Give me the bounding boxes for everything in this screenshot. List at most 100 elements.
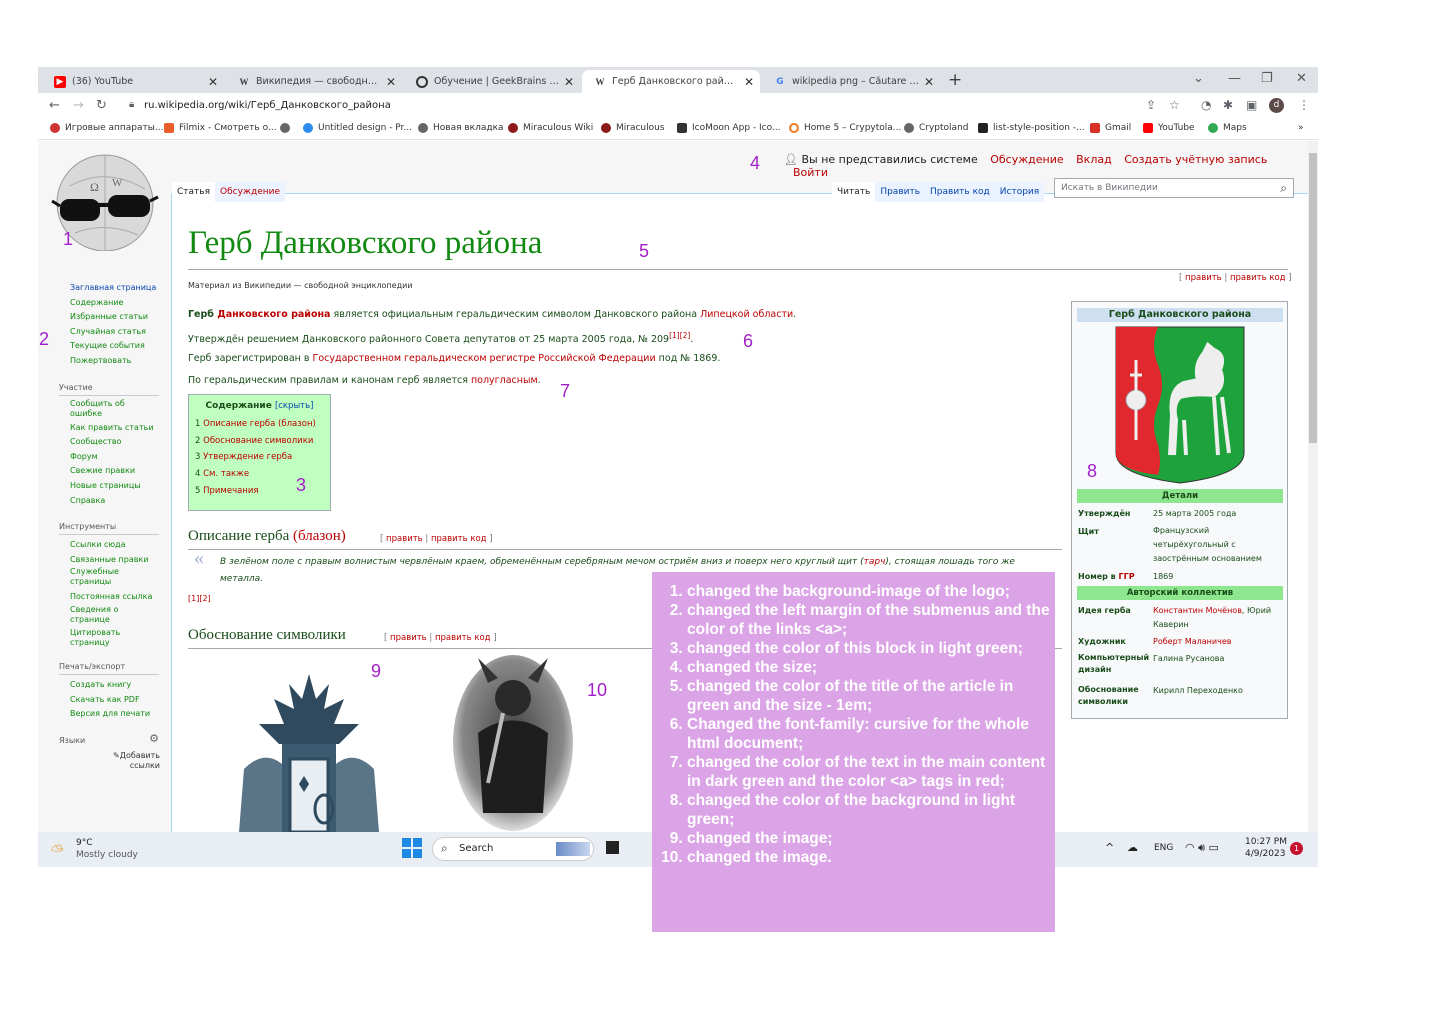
bookmark-item[interactable]: Miraculous <box>601 123 665 133</box>
edit-link[interactable]: править <box>390 633 427 643</box>
bookmark-item[interactable]: Filmix - Смотреть о... <box>164 123 277 133</box>
tab-youtube[interactable]: ▶ (36) YouTube ✕ <box>42 70 224 93</box>
gear-icon[interactable]: ⚙ <box>149 732 159 746</box>
login-link[interactable]: Войти <box>793 166 828 179</box>
bookmark-item[interactable]: Новая вкладка <box>418 123 504 133</box>
create-account-link[interactable]: Создать учётную запись <box>1124 153 1267 166</box>
task-view-icon[interactable] <box>606 841 619 854</box>
bookmark-item[interactable]: Maps <box>1208 123 1247 133</box>
nav-main-page[interactable]: Заглавная страница <box>70 281 171 296</box>
nav-contents[interactable]: Содержание <box>70 296 171 311</box>
weather-text[interactable]: Mostly cloudy <box>76 850 138 860</box>
bookmark-item[interactable]: Untitled design - Pr... <box>303 123 412 133</box>
nav-report-error[interactable]: Сообщить об ошибке <box>70 399 140 419</box>
state-register-link[interactable]: Государственном геральдическом регистре … <box>313 353 656 364</box>
toc-toggle[interactable]: [скрыть] <box>275 401 314 411</box>
chevron-up-icon[interactable]: ^ <box>1105 841 1114 854</box>
new-tab-button[interactable]: + <box>948 70 962 90</box>
clock-time[interactable]: 10:27 PM <box>1245 837 1287 847</box>
close-icon[interactable]: ✕ <box>924 75 934 89</box>
lock-icon[interactable]: 🔒︎ <box>129 99 134 110</box>
nav-featured[interactable]: Избранные статьи <box>70 310 171 325</box>
bookmark-globe[interactable] <box>280 123 295 133</box>
toc-item[interactable]: 2 Обоснование символики <box>195 433 324 450</box>
bookmark-item[interactable]: Cryptoland <box>904 123 969 133</box>
artist-link[interactable]: Роберт Маланичев <box>1153 637 1231 646</box>
nav-what-links-here[interactable]: Ссылки сюда <box>70 538 171 553</box>
dankov-district-link[interactable]: Данковского района <box>217 309 330 320</box>
coat-of-arms-image[interactable] <box>1114 325 1246 485</box>
author-link[interactable]: Константин Мочёнов <box>1153 606 1242 615</box>
tab-talk[interactable]: Обсуждение <box>215 182 286 202</box>
reference-link[interactable]: [1][2] <box>669 331 690 340</box>
tab-read[interactable]: Читать <box>832 182 876 202</box>
toc-link[interactable]: Обоснование символики <box>203 436 313 446</box>
bookmark-item[interactable]: list-style-position -... <box>978 123 1085 133</box>
onedrive-icon[interactable]: ☁ <box>1127 841 1138 854</box>
search-input[interactable]: Искать в Википедии ⌕ <box>1054 178 1294 198</box>
more-bookmarks-icon[interactable]: » <box>1298 123 1304 133</box>
bookmark-item[interactable]: Home 5 – Crypytola... <box>789 123 901 133</box>
nav-special-pages[interactable]: Служебные страницы <box>70 567 140 587</box>
reference-link[interactable]: [1][2] <box>188 594 211 603</box>
nav-current-events[interactable]: Текущие события <box>70 339 171 354</box>
bookmark-item[interactable]: IcoMoon App - Ico... <box>677 123 781 133</box>
toc-link[interactable]: См. также <box>203 469 249 479</box>
page-scrollbar[interactable] <box>1308 141 1318 832</box>
close-icon[interactable]: ✕ <box>208 75 218 89</box>
scrollbar-thumb[interactable] <box>1309 153 1317 443</box>
menu-kebab-icon[interactable]: ⋮ <box>1298 98 1310 112</box>
nav-page-info[interactable]: Сведения о странице <box>70 605 140 625</box>
nav-forum[interactable]: Форум <box>70 450 171 465</box>
user-talk-link[interactable]: Обсуждение <box>990 153 1063 166</box>
close-icon[interactable]: ✕ <box>386 75 396 89</box>
wifi-sound-battery-icon[interactable]: ◠ 🔊︎ ▭ <box>1185 841 1219 855</box>
bookmark-item[interactable]: Miraculous Wiki <box>508 123 593 133</box>
bookmark-star-icon[interactable]: ☆ <box>1169 98 1180 112</box>
tab-edit-source[interactable]: Править код <box>925 182 995 202</box>
clock-date[interactable]: 4/9/2023 <box>1245 849 1285 859</box>
edit-link[interactable]: править <box>1185 273 1222 283</box>
nav-create-book[interactable]: Создать книгу <box>70 678 171 693</box>
ggr-link[interactable]: ГГР <box>1119 572 1135 581</box>
tab-article[interactable]: Статья <box>172 182 216 202</box>
nav-how-to-edit[interactable]: Как править статьи <box>70 421 171 436</box>
tab-history[interactable]: История <box>994 182 1045 202</box>
tarch-link[interactable]: тарч <box>864 557 886 567</box>
language-indicator[interactable]: ENG <box>1154 843 1173 853</box>
semi-canting-link[interactable]: полугласным <box>471 375 538 386</box>
nav-recent-changes[interactable]: Свежие правки <box>70 464 171 479</box>
edit-code-link[interactable]: править код <box>1230 273 1286 283</box>
temperature[interactable]: 9°C <box>76 838 93 848</box>
minimize-button[interactable]: — <box>1228 71 1241 86</box>
toc-item[interactable]: 3 Утверждение герба <box>195 449 324 466</box>
nav-random[interactable]: Случайная статья <box>70 325 171 340</box>
windows-start-icon[interactable] <box>402 838 422 858</box>
forward-icon[interactable]: → <box>73 98 84 113</box>
tab-wikipedia-main[interactable]: W Википедия — свободная энцик ✕ <box>226 70 402 93</box>
blazon-link[interactable]: (блазон) <box>293 528 346 544</box>
extension-icon[interactable]: ◔ <box>1201 98 1211 112</box>
nav-new-pages[interactable]: Новые страницы <box>70 479 171 494</box>
url-field[interactable]: ru.wikipedia.org/wiki/Герб_Данковского_р… <box>144 100 391 111</box>
sidepanel-icon[interactable]: ▣ <box>1246 98 1257 112</box>
nav-cite-page[interactable]: Цитировать страницу <box>70 628 140 648</box>
nav-community[interactable]: Сообщество <box>70 435 171 450</box>
window-close-button[interactable]: ✕ <box>1296 71 1307 86</box>
toc-link[interactable]: Описание герба (блазон) <box>203 419 316 429</box>
nav-permanent-link[interactable]: Постоянная ссылка <box>70 590 171 605</box>
reload-icon[interactable]: ↻ <box>96 98 107 113</box>
lipetsk-oblast-link[interactable]: Липецкой области <box>700 309 793 320</box>
toc-item[interactable]: 1 Описание герба (блазон) <box>195 416 324 433</box>
toc-link[interactable]: Утверждение герба <box>203 452 292 462</box>
user-contrib-link[interactable]: Вклад <box>1076 153 1112 166</box>
taskbar-search-box[interactable]: ⌕ Search <box>432 837 594 861</box>
edit-code-link[interactable]: править код <box>435 633 491 643</box>
close-icon[interactable]: ✕ <box>564 75 574 89</box>
nav-download-pdf[interactable]: Скачать как PDF <box>70 693 171 708</box>
toc-link[interactable]: Примечания <box>203 486 258 496</box>
nav-help[interactable]: Справка <box>70 494 171 509</box>
bookmark-item[interactable]: YouTube <box>1143 123 1195 133</box>
nav-donate[interactable]: Пожертвовать <box>70 354 171 369</box>
tab-gerb-active[interactable]: W Герб Данковского района — Ви ✕ <box>582 70 760 93</box>
